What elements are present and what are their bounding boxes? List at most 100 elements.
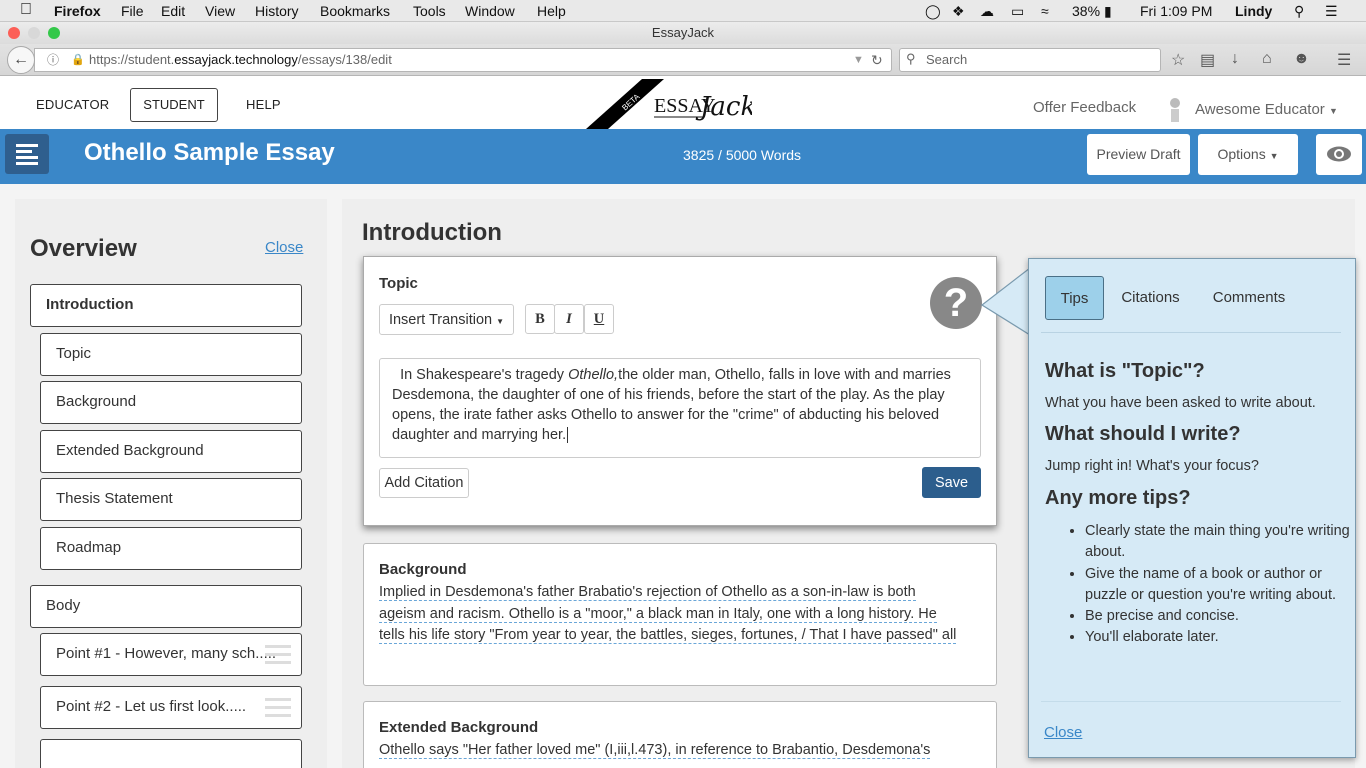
url-domain: essayjack.technology bbox=[174, 52, 298, 67]
menu-file[interactable]: File bbox=[121, 3, 144, 19]
word-count: 3825 / 5000 Words bbox=[683, 147, 802, 163]
overview-item-roadmap[interactable]: Roadmap bbox=[40, 527, 302, 570]
underline-button[interactable]: U bbox=[584, 304, 614, 334]
tips-list-item: Give the name of a book or author or puz… bbox=[1085, 564, 1350, 607]
spotlight-search-icon[interactable]: ⚲ bbox=[1294, 3, 1304, 20]
eye-icon bbox=[1327, 146, 1351, 162]
menu-view[interactable]: View bbox=[205, 3, 235, 19]
tips-heading-what-write: What should I write? bbox=[1045, 423, 1241, 445]
clock[interactable]: Fri 1:09 PM bbox=[1140, 3, 1212, 19]
background-card[interactable]: Background Implied in Desdemona's father… bbox=[363, 543, 997, 686]
tab-tips[interactable]: Tips bbox=[1045, 276, 1104, 320]
reload-icon[interactable]: ↻ bbox=[871, 49, 883, 71]
preview-draft-button[interactable]: Preview Draft bbox=[1087, 134, 1190, 175]
chat-icon[interactable]: ☻ bbox=[1293, 50, 1310, 68]
window-titlebar: EssayJack bbox=[0, 22, 1366, 44]
drag-handle-icon[interactable] bbox=[265, 645, 291, 665]
essayjack-logo[interactable]: BETA ESSAY Jack bbox=[586, 79, 756, 129]
nav-student[interactable]: STUDENT bbox=[130, 88, 218, 122]
caret-down-icon: ▼ bbox=[1269, 151, 1279, 161]
url-path: /essays/138/edit bbox=[297, 52, 392, 67]
macos-menubar:  Firefox File Edit View History Bookmar… bbox=[0, 0, 1366, 22]
app-menu[interactable]: Firefox bbox=[54, 3, 101, 19]
close-window-icon[interactable] bbox=[8, 27, 20, 39]
lock-icon: 🔒 bbox=[71, 54, 85, 66]
save-button[interactable]: Save bbox=[922, 467, 981, 498]
hamburger-menu-icon[interactable]: ☰ bbox=[1337, 50, 1351, 70]
add-citation-button[interactable]: Add Citation bbox=[379, 468, 469, 498]
menu-tools[interactable]: Tools bbox=[413, 3, 446, 19]
options-label: Options bbox=[1217, 146, 1266, 162]
search-input[interactable]: ⚲ Search bbox=[899, 48, 1161, 72]
url-text[interactable]: https://student.essayjack.technology/ess… bbox=[89, 49, 392, 71]
insert-transition-dropdown[interactable]: Insert Transition ▼ bbox=[379, 304, 514, 335]
dropbox-icon[interactable]: ❖ bbox=[952, 3, 965, 20]
background-line: ageism and racism. Othello is a "moor," … bbox=[379, 605, 937, 623]
overview-item-point-2[interactable]: Point #2 - Let us first look..... bbox=[40, 686, 302, 729]
bookmark-star-icon[interactable]: ☆ bbox=[1171, 50, 1185, 70]
overview-item-topic[interactable]: Topic bbox=[40, 333, 302, 376]
window-title: EssayJack bbox=[651, 25, 715, 40]
cloud-icon[interactable]: ☁ bbox=[980, 3, 994, 20]
options-button[interactable]: Options ▼ bbox=[1198, 134, 1298, 175]
wifi-icon[interactable]: ≈ bbox=[1041, 3, 1049, 19]
insert-transition-label: Insert Transition bbox=[388, 312, 493, 328]
dropdown-arrow-icon[interactable]: ▼ bbox=[853, 49, 864, 71]
info-icon[interactable]: ⓘ bbox=[47, 49, 59, 71]
avatar[interactable] bbox=[1165, 96, 1185, 124]
background-line: tells his life story "From year to year,… bbox=[379, 627, 957, 644]
user-name: Awesome Educator bbox=[1195, 101, 1325, 118]
tips-panel: Tips Citations Comments What is "Topic"?… bbox=[1028, 258, 1356, 758]
nav-educator[interactable]: EDUCATOR bbox=[36, 97, 109, 112]
menu-window[interactable]: Window bbox=[465, 3, 515, 19]
overview-item-point-3[interactable] bbox=[40, 739, 302, 768]
menu-history[interactable]: History bbox=[255, 3, 299, 19]
tab-comments[interactable]: Comments bbox=[1207, 276, 1291, 320]
back-button[interactable]: ← bbox=[7, 46, 35, 74]
reading-list-icon[interactable]: ▤ bbox=[1200, 50, 1215, 70]
sync-icon[interactable]: ◯ bbox=[925, 3, 941, 20]
overview-item-thesis-statement[interactable]: Thesis Statement bbox=[40, 478, 302, 521]
italic-button[interactable]: I bbox=[554, 304, 584, 334]
menu-bookmarks[interactable]: Bookmarks bbox=[320, 3, 390, 19]
notification-center-icon[interactable]: ☰ bbox=[1325, 3, 1338, 20]
topic-text-editor[interactable]: In Shakespeare's tragedy Othello,the old… bbox=[379, 358, 981, 458]
battery-icon[interactable]: ▮ bbox=[1104, 3, 1112, 20]
nav-help[interactable]: HELP bbox=[246, 97, 281, 112]
apple-icon[interactable]:  bbox=[20, 1, 32, 19]
overview-item-background[interactable]: Background bbox=[40, 381, 302, 424]
search-icon: ⚲ bbox=[906, 51, 916, 66]
tips-list: Clearly state the main thing you're writ… bbox=[1085, 521, 1350, 649]
overview-item-point-1[interactable]: Point #1 - However, many sch..... bbox=[40, 633, 302, 676]
airplay-icon[interactable]: ▭ bbox=[1011, 3, 1024, 20]
extended-background-line: Othello says "Her father loved me" (I,ii… bbox=[379, 742, 931, 759]
tips-list-item: Clearly state the main thing you're writ… bbox=[1085, 521, 1350, 564]
downloads-icon[interactable]: ↓ bbox=[1231, 50, 1239, 68]
menu-edit[interactable]: Edit bbox=[161, 3, 185, 19]
user-menu[interactable]: Lindy bbox=[1235, 3, 1272, 19]
bold-button[interactable]: B bbox=[525, 304, 555, 334]
tips-list-item: You'll elaborate later. bbox=[1085, 627, 1350, 648]
outline-menu-button[interactable] bbox=[5, 134, 49, 174]
maximize-window-icon[interactable] bbox=[48, 27, 60, 39]
overview-close-link[interactable]: Close bbox=[265, 239, 303, 256]
back-arrow-icon: ← bbox=[13, 51, 29, 68]
topic-text-italic: Othello, bbox=[568, 367, 619, 383]
url-bar[interactable]: ⓘ 🔒 https://student.essayjack.technology… bbox=[34, 48, 892, 72]
preview-eye-button[interactable] bbox=[1316, 134, 1362, 175]
minimize-window-icon[interactable] bbox=[28, 27, 40, 39]
home-icon[interactable]: ⌂ bbox=[1262, 50, 1272, 68]
tips-panel-pointer bbox=[981, 268, 1031, 337]
tab-citations[interactable]: Citations bbox=[1113, 276, 1188, 320]
menu-help[interactable]: Help bbox=[537, 3, 566, 19]
overview-item-extended-background[interactable]: Extended Background bbox=[40, 430, 302, 473]
help-question-icon[interactable]: ? bbox=[930, 277, 982, 329]
tips-close-link[interactable]: Close bbox=[1044, 724, 1082, 741]
offer-feedback-link[interactable]: Offer Feedback bbox=[1033, 99, 1136, 116]
user-menu-dropdown[interactable]: Awesome Educator ▼ bbox=[1195, 101, 1338, 118]
url-prefix: https://student. bbox=[89, 52, 175, 67]
overview-item-introduction[interactable]: Introduction bbox=[30, 284, 302, 327]
overview-item-body[interactable]: Body bbox=[30, 585, 302, 628]
extended-background-card[interactable]: Extended Background Othello says "Her fa… bbox=[363, 701, 997, 768]
drag-handle-icon[interactable] bbox=[265, 698, 291, 718]
